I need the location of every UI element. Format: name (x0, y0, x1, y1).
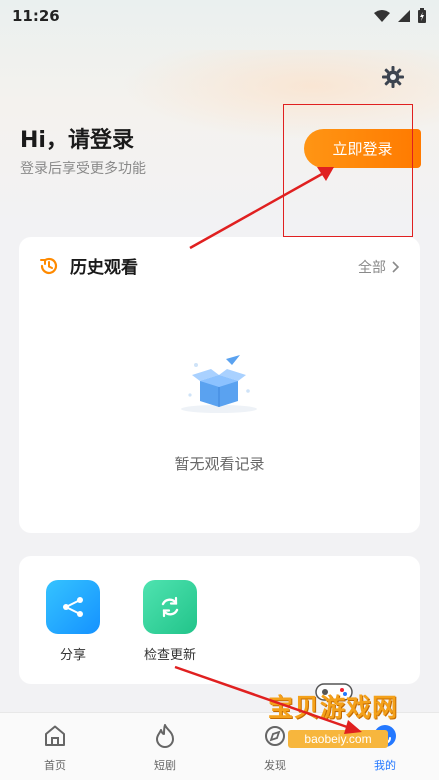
check-update-icon-bg (143, 580, 197, 634)
tab-home[interactable]: 首页 (25, 723, 85, 773)
share-tool-icon-bg (46, 580, 100, 634)
tools-card: 分享 检查更新 (19, 556, 420, 684)
status-bar: 11:26 (0, 0, 439, 32)
empty-box-icon (181, 355, 257, 413)
login-prompt-title[interactable]: Hi，请登录 (20, 122, 134, 154)
check-update-label: 检查更新 (143, 648, 196, 663)
history-empty-text: 暂无观看记录 (174, 455, 265, 473)
history-view-all-link[interactable]: 全部 (358, 257, 400, 277)
watermark-url: baobeiy.com (288, 730, 388, 748)
history-card: 历史观看 全部 暂无观看记录 (19, 237, 420, 533)
login-prompt-subtitle: 登录后享受更多功能 (20, 161, 146, 177)
tab-short-drama-label: 短剧 (154, 759, 176, 772)
status-time: 11:26 (12, 7, 60, 25)
watermark-logo: 宝贝游戏网 baobeiy.com (262, 683, 412, 774)
watermark-title: 宝贝游戏网 (268, 693, 399, 722)
tab-short-drama[interactable]: 短剧 (135, 723, 195, 773)
share-icon (63, 597, 83, 617)
history-title: 历史观看 (70, 258, 138, 278)
status-icons (373, 8, 427, 24)
share-tool-label: 分享 (59, 648, 86, 663)
check-update-tool[interactable]: 检查更新 (138, 580, 202, 663)
refresh-icon (161, 596, 179, 618)
battery-icon (418, 8, 426, 23)
home-icon (45, 725, 65, 746)
clock-icon (40, 257, 58, 274)
flame-icon (156, 724, 174, 748)
view-all-label: 全部 (358, 260, 386, 276)
annotation-highlight-box (283, 104, 413, 237)
gear-icon (382, 66, 404, 88)
tab-home-label: 首页 (44, 759, 66, 772)
settings-button[interactable] (380, 64, 406, 90)
chevron-right-icon (392, 261, 400, 273)
wifi-icon (374, 10, 390, 22)
share-tool[interactable]: 分享 (41, 580, 105, 663)
history-header: 历史观看 (38, 253, 138, 278)
signal-icon (398, 10, 410, 22)
